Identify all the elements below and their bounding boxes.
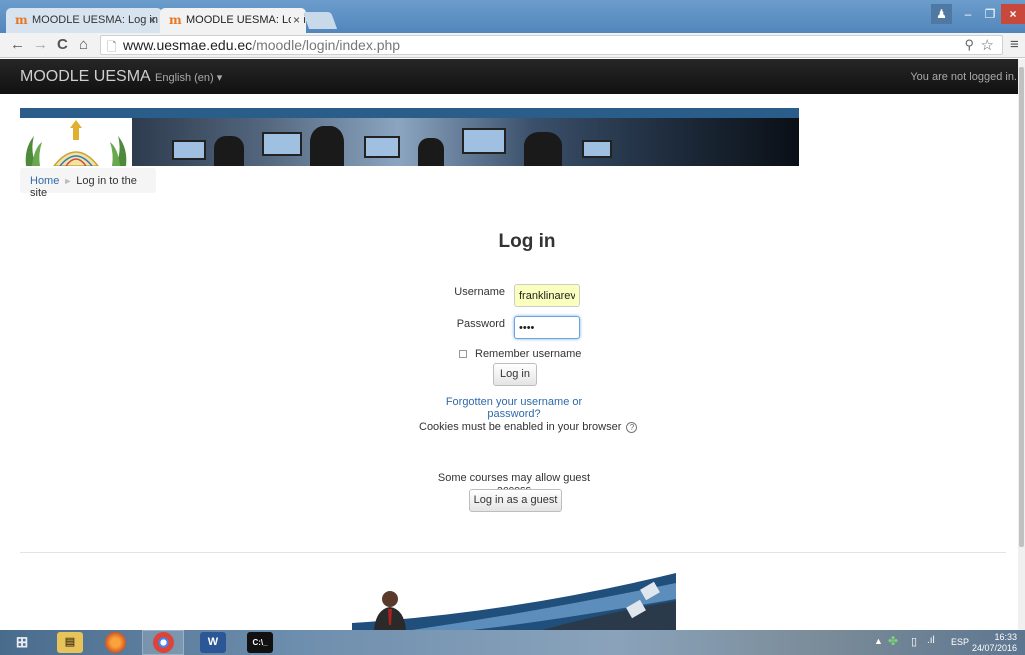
login-button[interactable]: Log in [493,363,537,386]
footer-divider [20,552,1006,553]
clock-date: 24/07/2016 [971,643,1017,653]
moodle-favicon-icon: m [15,13,28,27]
forgot-password-link[interactable]: Forgotten your username or password? [420,396,608,420]
site-navbar: MOODLE UESMA English (en) ▾ You are not … [0,59,1020,94]
new-tab-button[interactable] [302,12,338,29]
help-icon[interactable]: ? [626,421,638,433]
user-profile-icon[interactable]: ♟ [931,4,952,24]
header-banner [20,108,799,166]
signal-icon[interactable]: .ıl [927,635,935,646]
remember-username-label[interactable]: Remember username [475,348,581,360]
page-title: Log in [498,231,556,252]
home-icon[interactable]: ⌂ [79,36,88,54]
scrollbar-thumb[interactable] [1019,67,1024,547]
moodle-favicon-icon: m [169,13,182,27]
tab-title: MOODLE UESMA: Log in t [186,14,306,26]
classroom-photo [132,118,799,166]
browser-tab-1[interactable]: m MOODLE UESMA: Log in t × [6,8,162,33]
start-menu-icon[interactable]: ⊞ [6,632,38,653]
browser-toolbar: ← → C ⌂ 🗋 www.uesmae.edu.ec/moodle/login… [0,33,1025,58]
battery-icon[interactable]: ▯ [911,635,917,648]
input-language[interactable]: ESP [951,637,969,647]
chrome-icon[interactable] [153,632,174,653]
cookies-notice: Cookies must be enabled in your browser … [419,421,638,433]
maximize-icon[interactable]: ❐ [979,4,1001,24]
network-icon[interactable]: ✤ [888,634,898,648]
tab-close-icon[interactable]: × [290,8,300,33]
system-tray: ▲ ✤ ▯ .ıl ESP 16:33 24/07/2016 [865,630,1025,655]
breadcrumb-home-link[interactable]: Home [30,175,59,187]
username-input[interactable] [514,284,580,307]
page-icon: 🗋 [107,40,117,54]
url-text[interactable]: www.uesmae.edu.ec/moodle/login/index.php [123,37,400,53]
forward-arrow-icon[interactable]: → [33,36,48,54]
username-label: Username [454,286,505,298]
login-status: You are not logged in. [910,71,1017,83]
password-label: Password [456,318,505,330]
clock[interactable]: 16:33 24/07/2016 [972,632,1017,654]
university-crest-logo [20,118,132,166]
bookmark-star-icon[interactable]: ☆ [981,36,994,54]
zoom-icon[interactable]: ⚲ [964,37,974,53]
remember-username-row: Remember username [459,348,581,360]
close-window-icon[interactable]: × [1001,4,1025,24]
browser-titlebar: m MOODLE UESMA: Log in t × m MOODLE UESM… [0,0,1025,33]
windows-taskbar: ⊞ ▤ W C:\_ ▲ ✤ ▯ .ıl ESP 16:33 24/07/201… [0,630,1025,655]
banner-top-stripe [20,108,799,118]
file-explorer-icon[interactable]: ▤ [57,632,83,653]
page-scrollbar[interactable] [1018,59,1025,630]
language-menu[interactable]: English (en) ▾ [155,71,222,84]
site-brand-link[interactable]: MOODLE UESMA [20,68,151,86]
url-host: www.uesmae.edu.ec [123,37,253,53]
command-prompt-icon[interactable]: C:\_ [247,632,273,653]
show-hidden-icons-icon[interactable]: ▲ [874,636,883,646]
address-bar[interactable]: 🗋 www.uesmae.edu.ec/moodle/login/index.p… [100,35,1003,55]
breadcrumb: Home ► Log in to the site [20,168,156,199]
cookies-notice-text: Cookies must be enabled in your browser [419,421,622,433]
word-icon[interactable]: W [200,632,226,653]
minimize-icon[interactable]: – [957,4,979,24]
clock-time: 16:33 [994,632,1017,642]
tab-title: MOODLE UESMA: Log in t [32,14,162,26]
browser-menu-icon[interactable]: ≡ [1010,36,1019,53]
footer-banner-image [352,573,676,630]
tab-close-icon[interactable]: × [149,8,156,33]
reload-icon[interactable]: C [57,36,68,54]
breadcrumb-separator-icon: ► [63,176,73,186]
firefox-icon[interactable] [105,632,126,653]
url-path: /moodle/login/index.php [252,37,401,53]
password-input[interactable] [514,316,580,339]
guest-login-button[interactable]: Log in as a guest [469,489,562,512]
browser-tab-2[interactable]: m MOODLE UESMA: Log in t × [160,8,306,33]
remember-username-checkbox[interactable] [459,350,467,359]
back-arrow-icon[interactable]: ← [10,36,25,54]
